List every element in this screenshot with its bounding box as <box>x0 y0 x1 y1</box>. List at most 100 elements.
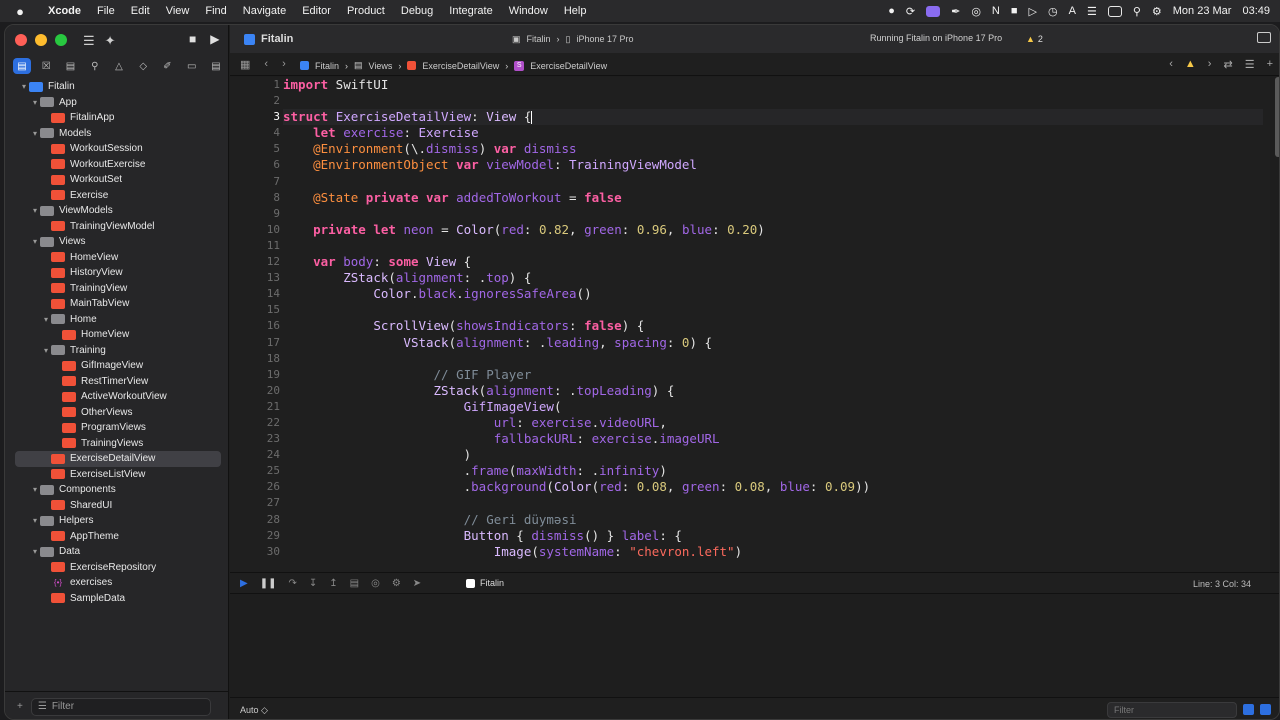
navigator-item-workoutset[interactable]: WorkoutSet <box>5 172 229 188</box>
navigator-item-components[interactable]: ▾ Components <box>5 482 229 498</box>
breadcrumb-item[interactable]: ExerciseDetailView <box>422 61 499 71</box>
navigator-item-trainingviews[interactable]: TrainingViews <box>5 436 229 452</box>
navigator-item-historyview[interactable]: HistoryView <box>5 265 229 281</box>
control-center-icon[interactable]: ⚙ <box>1152 5 1162 18</box>
add-editor-icon[interactable]: + <box>1267 58 1273 71</box>
minimize-window-button[interactable] <box>35 34 47 46</box>
menu-debug[interactable]: Debug <box>393 5 441 17</box>
line-number[interactable]: 6 <box>230 157 280 173</box>
line-number[interactable]: 17 <box>230 335 280 351</box>
line-number[interactable]: 16 <box>230 318 280 334</box>
line-number[interactable]: 13 <box>230 270 280 286</box>
inspector-toggle-icon[interactable] <box>1257 32 1271 43</box>
chevron-down-icon[interactable]: ▾ <box>30 547 40 556</box>
refresh-icon[interactable]: ⇄ <box>1223 58 1232 71</box>
menu-navigate[interactable]: Navigate <box>235 5 294 17</box>
code-line[interactable] <box>283 93 1263 109</box>
line-number[interactable]: 29 <box>230 528 280 544</box>
line-number[interactable]: 28 <box>230 512 280 528</box>
line-number[interactable]: 4 <box>230 125 280 141</box>
menubar-time[interactable]: 03:49 <box>1242 5 1270 17</box>
pause-icon[interactable]: ❚❚ <box>260 578 277 589</box>
chevron-down-icon[interactable]: ▾ <box>30 129 40 138</box>
clock-status-icon[interactable]: ◷ <box>1048 5 1058 18</box>
sidebar-toggle-icon[interactable]: ☰ <box>83 33 95 49</box>
code-line[interactable]: Image(systemName: "chevron.left") <box>283 544 1263 560</box>
console-view-toggle-icon[interactable] <box>1260 704 1271 715</box>
code-line[interactable] <box>283 238 1263 254</box>
chevron-down-icon[interactable]: ▾ <box>30 98 40 107</box>
menu-app-name[interactable]: Xcode <box>40 5 89 17</box>
issue-navigator-tab-icon[interactable]: △ <box>110 58 128 74</box>
project-navigator-tab-icon[interactable]: ▤ <box>13 58 31 74</box>
line-number[interactable]: 30 <box>230 544 280 560</box>
code-line[interactable]: fallbackURL: exercise.imageURL <box>283 431 1263 447</box>
menu-edit[interactable]: Edit <box>123 5 158 17</box>
navigator-item-home[interactable]: ▾ Home <box>5 312 229 328</box>
chevron-down-icon[interactable]: ▾ <box>41 346 51 355</box>
navigator-item-exercise[interactable]: Exercise <box>5 188 229 204</box>
line-number[interactable]: 27 <box>230 495 280 511</box>
chevron-down-icon[interactable]: ▾ <box>30 485 40 494</box>
step-out-icon[interactable]: ↥ <box>329 578 337 589</box>
line-number[interactable]: 23 <box>230 431 280 447</box>
navigator-item-workoutexercise[interactable]: WorkoutExercise <box>5 157 229 173</box>
environment-overrides-icon[interactable]: ⚙ <box>392 578 401 589</box>
spotlight-search-icon[interactable]: ⚲ <box>1133 5 1141 18</box>
back-icon[interactable]: ‹ <box>264 58 268 71</box>
line-number[interactable]: 26 <box>230 479 280 495</box>
navigator-item-models[interactable]: ▾ Models <box>5 126 229 142</box>
line-number[interactable]: 15 <box>230 302 280 318</box>
code-line[interactable]: .frame(maxWidth: .infinity) <box>283 463 1263 479</box>
play-status-icon[interactable]: ▷ <box>1029 5 1037 18</box>
chevron-down-icon[interactable]: ▾ <box>30 516 40 525</box>
vpn-status-icon[interactable]: ◎ <box>971 5 981 18</box>
code-line[interactable]: let exercise: Exercise <box>283 125 1263 141</box>
code-line[interactable]: private let neon = Color(red: 0.82, gree… <box>283 222 1263 238</box>
navigator-item-helpers[interactable]: ▾ Helpers <box>5 513 229 529</box>
navigator-item-fitalinapp[interactable]: FitalinApp <box>5 110 229 126</box>
auto-variables-selector[interactable]: Auto ◇ <box>240 705 268 716</box>
line-number[interactable]: 8 <box>230 190 280 206</box>
code-line[interactable]: Button { dismiss() } label: { <box>283 528 1263 544</box>
step-into-icon[interactable]: ↧ <box>309 578 317 589</box>
navigator-item-homeview[interactable]: HomeView <box>5 250 229 266</box>
menu-editor[interactable]: Editor <box>294 5 339 17</box>
wifi-icon[interactable]: ☰ <box>1087 5 1097 18</box>
navigator-item-training[interactable]: ▾ Training <box>5 343 229 359</box>
chevron-down-icon[interactable]: ▾ <box>41 315 51 324</box>
run-icon[interactable]: ▶ <box>210 32 219 46</box>
code-line[interactable]: url: exercise.videoURL, <box>283 415 1263 431</box>
breadcrumb-item[interactable]: ExerciseDetailView <box>530 61 607 71</box>
line-number[interactable]: 2 <box>230 93 280 109</box>
debug-target[interactable]: Fitalin <box>466 578 504 588</box>
project-title[interactable]: Fitalin <box>244 33 293 45</box>
navigator-item-exerciselistview[interactable]: ExerciseListView <box>5 467 229 483</box>
line-number[interactable]: 10 <box>230 222 280 238</box>
line-number[interactable]: 1 <box>230 77 280 93</box>
notes-status-icon[interactable]: N <box>992 5 1000 17</box>
breakpoint-navigator-tab-icon[interactable]: ▭ <box>183 58 201 74</box>
code-line[interactable]: @Environment(\.dismiss) var dismiss <box>283 141 1263 157</box>
navigator-item-programviews[interactable]: ProgramViews <box>5 420 229 436</box>
code-line[interactable] <box>283 206 1263 222</box>
editor-options-icon[interactable]: ☰ <box>1245 58 1255 71</box>
previous-issue-icon[interactable]: ‹ <box>1169 58 1173 71</box>
breadcrumb-item[interactable]: Fitalin <box>315 61 339 71</box>
navigator-item-activeworkoutview[interactable]: ActiveWorkoutView <box>5 389 229 405</box>
code-area[interactable]: import SwiftUI struct ExerciseDetailView… <box>283 77 1263 560</box>
screen-status-icon[interactable] <box>926 5 941 17</box>
navigator-item-maintabview[interactable]: MainTabView <box>5 296 229 312</box>
line-number[interactable]: 5 <box>230 141 280 157</box>
navigator-item-trainingviewmodel[interactable]: TrainingViewModel <box>5 219 229 235</box>
code-line[interactable]: import SwiftUI <box>283 77 1263 93</box>
memory-graph-icon[interactable]: ◎ <box>371 578 380 589</box>
apple-menu-icon[interactable]: ● <box>0 4 40 19</box>
source-editor[interactable]: 1 2 3 4 5 6 7 8 9 10 11 12 13 14 15 16 17 18 19 20 21 22 23 24 2… <box>230 77 1270 572</box>
code-line[interactable]: // Geri düyməsi <box>283 512 1263 528</box>
code-line[interactable]: struct ExerciseDetailView: View { <box>283 109 1263 126</box>
line-number[interactable]: 20 <box>230 383 280 399</box>
code-line[interactable] <box>283 174 1263 190</box>
chevron-down-icon[interactable]: ▾ <box>30 206 40 215</box>
next-issue-icon[interactable]: › <box>1208 58 1212 71</box>
